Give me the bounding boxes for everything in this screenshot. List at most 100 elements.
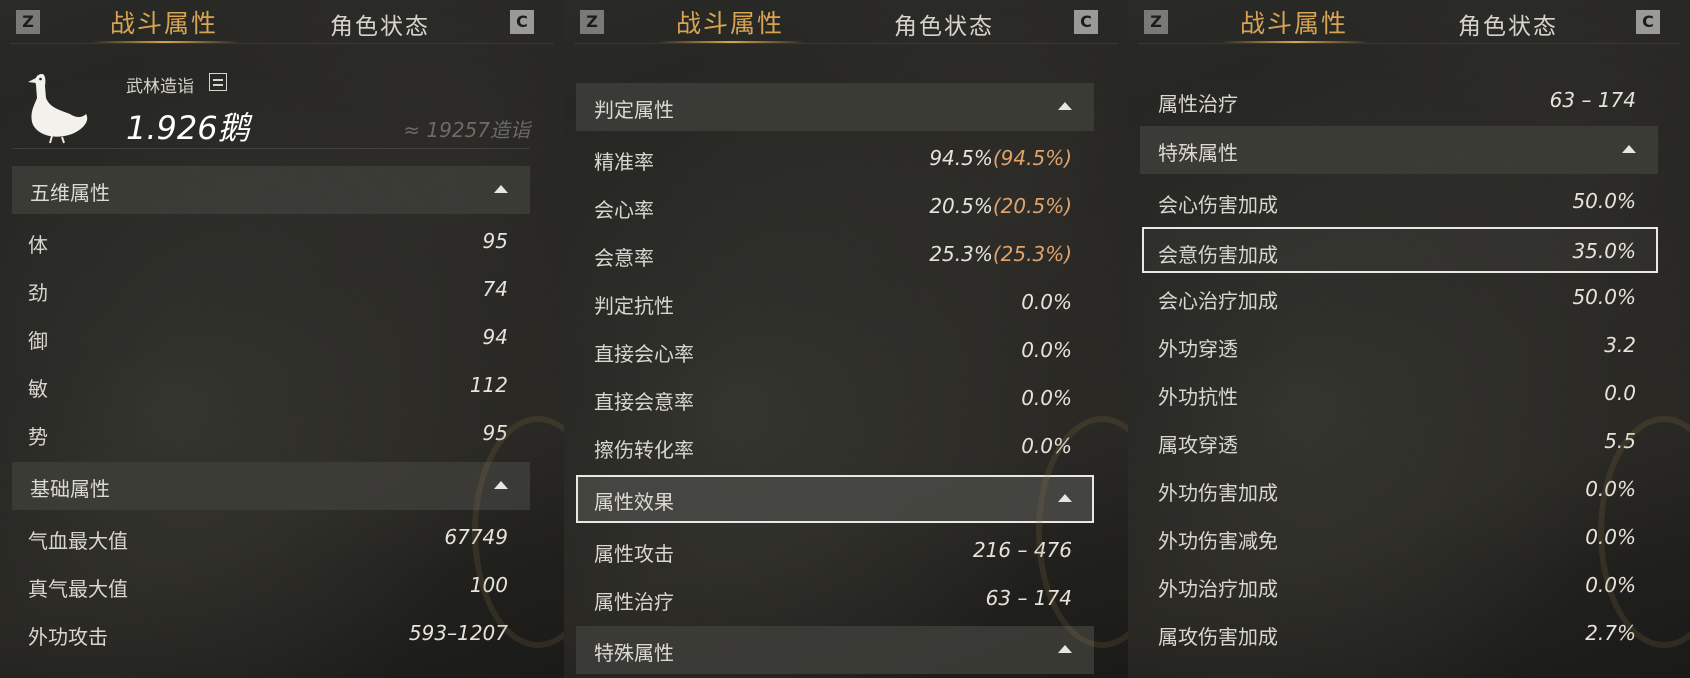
rank-value: 1.926鹅 — [126, 109, 250, 147]
stat-row: 外功攻击 593–1207 — [28, 611, 508, 657]
section-judgement[interactable]: 判定属性 — [576, 83, 1094, 131]
stat-row: 外功治疗加成 0.0% — [1158, 563, 1636, 609]
stat-base-value: (20.5%) — [992, 194, 1072, 218]
stat-value: 112 — [469, 373, 508, 397]
stat-value: 593–1207 — [408, 621, 508, 645]
collapse-arrow-icon — [494, 481, 508, 489]
stat-label: 外功治疗加成 — [1158, 577, 1278, 601]
section-title: 基础属性 — [30, 477, 110, 501]
stat-label: 属性治疗 — [1158, 92, 1238, 116]
section-title: 属性效果 — [594, 490, 674, 514]
section-basic[interactable]: 基础属性 — [12, 462, 530, 510]
combat-attributes-panel-2: Z 战斗属性 角色状态 C 判定属性 精准率 94.5%(94.5%) 会心率 … — [564, 0, 1128, 678]
tab-combat-attributes[interactable]: 战斗属性 — [676, 4, 784, 40]
stat-value: 0.0% — [1585, 525, 1636, 549]
stat-row: 劲 74 — [28, 267, 508, 313]
stat-row: 判定抗性 0.0% — [594, 280, 1072, 326]
tab-bar: Z 战斗属性 角色状态 C — [0, 0, 564, 44]
stat-label: 精准率 — [594, 150, 654, 174]
stat-row: 外功伤害加成 0.0% — [1158, 467, 1636, 513]
tab-divider — [574, 43, 1118, 44]
stat-label: 会意率 — [594, 246, 654, 270]
stat-label: 敏 — [28, 377, 48, 401]
stat-value: 95 — [482, 421, 508, 445]
stat-value: 74 — [482, 277, 508, 301]
collapse-arrow-icon — [494, 185, 508, 193]
stat-value: 3.2 — [1604, 333, 1636, 357]
stat-row: 属性攻击 216 – 476 — [594, 528, 1072, 574]
stat-label: 势 — [28, 425, 48, 449]
stat-value: 100 — [469, 573, 508, 597]
stat-row: 外功伤害减免 0.0% — [1158, 515, 1636, 561]
stat-value: 63 – 174 — [1549, 88, 1636, 112]
stat-label: 会心治疗加成 — [1158, 289, 1278, 313]
collapse-arrow-icon — [1058, 494, 1072, 502]
section-title: 特殊属性 — [594, 641, 674, 665]
tab-divider — [10, 43, 554, 44]
collapse-arrow-icon — [1058, 102, 1072, 110]
tab-prev-key-icon[interactable]: Z — [16, 10, 40, 34]
stat-row: 属性治疗 63 – 174 — [1158, 78, 1636, 124]
tab-combat-attributes[interactable]: 战斗属性 — [1240, 4, 1348, 40]
stat-label: 劲 — [28, 281, 48, 305]
section-five-dim[interactable]: 五维属性 — [12, 166, 530, 214]
stat-value: 0.0% — [1021, 290, 1072, 314]
stat-row: 会心伤害加成 50.0% — [1158, 179, 1636, 225]
tab-divider — [1138, 43, 1680, 44]
stat-label: 外功抗性 — [1158, 385, 1238, 409]
stat-row: 外功抗性 0.0 — [1158, 371, 1636, 417]
tab-combat-attributes[interactable]: 战斗属性 — [110, 4, 218, 40]
stat-row: 势 95 — [28, 411, 508, 457]
stat-row: 会意率 25.3%(25.3%) — [594, 232, 1072, 278]
stat-row: 外功穿透 3.2 — [1158, 323, 1636, 369]
stat-label: 气血最大值 — [28, 529, 128, 553]
section-special[interactable]: 特殊属性 — [1140, 126, 1658, 174]
section-title: 特殊属性 — [1158, 141, 1238, 165]
stat-row: 属性治疗 63 – 174 — [594, 576, 1072, 622]
stat-value: 63 – 174 — [985, 586, 1072, 610]
tab-prev-key-icon[interactable]: Z — [1144, 10, 1168, 34]
tab-next-key-icon[interactable]: C — [510, 10, 534, 34]
tab-bar: Z 战斗属性 角色状态 C — [1128, 0, 1690, 44]
stat-label: 会心率 — [594, 198, 654, 222]
stat-value: 2.7% — [1585, 621, 1636, 645]
rank-approx-value: ≈ 19257造诣 — [403, 118, 530, 142]
tab-prev-key-icon[interactable]: Z — [580, 10, 604, 34]
stat-label: 外功伤害减免 — [1158, 529, 1278, 553]
stat-label: 外功攻击 — [28, 625, 108, 649]
section-special[interactable]: 特殊属性 — [576, 626, 1094, 674]
stat-value: 0.0% — [1585, 573, 1636, 597]
stat-label: 属性治疗 — [594, 590, 674, 614]
stat-value: 20.5%(20.5%) — [929, 194, 1072, 218]
stat-value: 216 – 476 — [972, 538, 1072, 562]
stat-value: 95 — [482, 229, 508, 253]
tab-next-key-icon[interactable]: C — [1636, 10, 1660, 34]
stat-base-value: (25.3%) — [992, 242, 1072, 266]
stat-label: 会意伤害加成 — [1158, 243, 1278, 267]
stat-value: 0.0% — [1021, 386, 1072, 410]
stat-label: 会心伤害加成 — [1158, 193, 1278, 217]
tab-character-status[interactable]: 角色状态 — [894, 7, 994, 41]
section-effects[interactable]: 属性效果 — [576, 475, 1094, 523]
stat-label: 属攻伤害加成 — [1158, 625, 1278, 649]
stat-label: 属攻穿透 — [1158, 433, 1238, 457]
stat-row: 真气最大值 100 — [28, 563, 508, 609]
stat-row: 属攻伤害加成 2.7% — [1158, 611, 1636, 657]
stat-value: 0.0 — [1604, 381, 1636, 405]
stat-row: 精准率 94.5%(94.5%) — [594, 136, 1072, 182]
tab-character-status[interactable]: 角色状态 — [1458, 7, 1558, 41]
stat-value: 94 — [482, 325, 508, 349]
tab-bar: Z 战斗属性 角色状态 C — [564, 0, 1128, 44]
tab-next-key-icon[interactable]: C — [1074, 10, 1098, 34]
rank-info-icon[interactable] — [209, 73, 227, 91]
goose-icon — [28, 74, 88, 144]
section-title: 五维属性 — [30, 181, 110, 205]
stat-label: 属性攻击 — [594, 542, 674, 566]
stat-label: 体 — [28, 233, 48, 257]
stat-row: 擦伤转化率 0.0% — [594, 424, 1072, 470]
stat-row-selected[interactable]: 会意伤害加成 35.0% — [1142, 227, 1658, 273]
stat-value: 35.0% — [1572, 239, 1636, 263]
stat-value: 0.0% — [1585, 477, 1636, 501]
header-divider — [12, 148, 530, 149]
tab-character-status[interactable]: 角色状态 — [330, 7, 430, 41]
